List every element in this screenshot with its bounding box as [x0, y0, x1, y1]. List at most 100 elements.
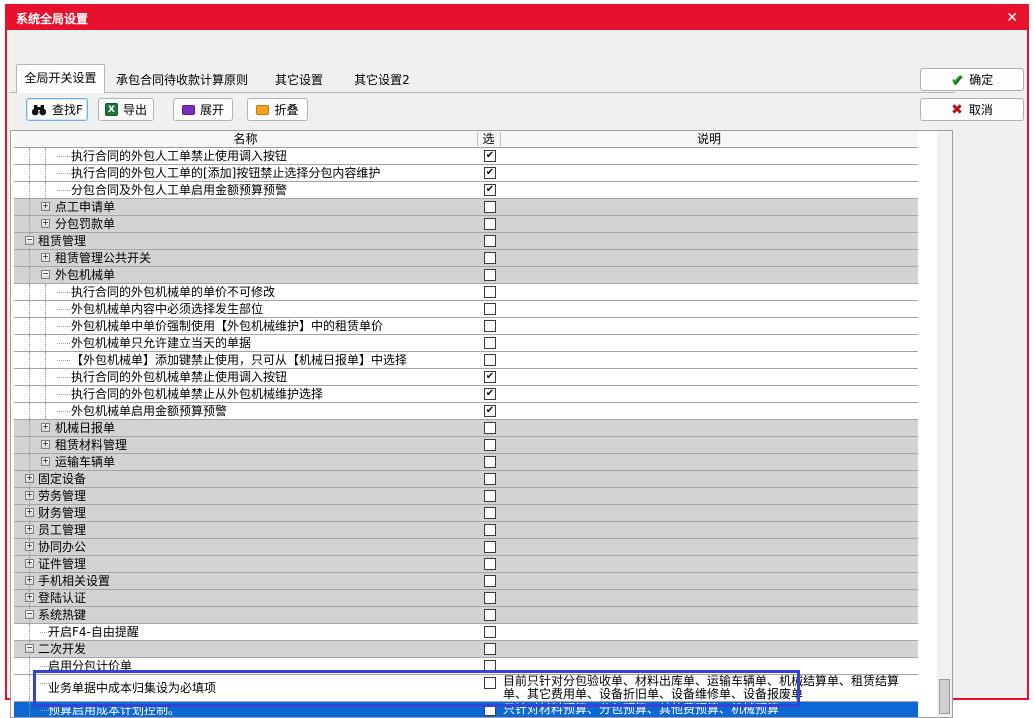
row-checkbox[interactable] — [484, 235, 496, 247]
expand-plus-icon[interactable]: + — [41, 219, 50, 228]
cancel-button[interactable]: ✖ 取消 — [920, 98, 1024, 121]
tree-row[interactable]: 开启F4-自由提醒 — [14, 624, 918, 641]
close-icon[interactable]: ✕ — [1006, 11, 1018, 25]
expand-plus-icon[interactable]: + — [41, 253, 50, 262]
row-checkbox[interactable] — [484, 456, 496, 468]
row-checkbox[interactable] — [484, 490, 496, 502]
tree-row[interactable]: +登陆认证 — [14, 590, 918, 607]
expand-plus-icon[interactable]: + — [25, 559, 34, 568]
expand-plus-icon[interactable]: + — [25, 474, 34, 483]
expand-plus-icon[interactable]: + — [25, 525, 34, 534]
row-checkbox[interactable]: ✔ — [484, 371, 496, 383]
row-checkbox[interactable] — [484, 218, 496, 230]
tab-global-switch[interactable]: 全局开关设置 — [16, 64, 105, 93]
row-checkbox[interactable]: ✔ — [484, 405, 496, 417]
expand-plus-icon[interactable]: + — [41, 440, 50, 449]
tree-row[interactable]: 分包合同及外包人工单启用金额预算预警✔ — [14, 182, 918, 199]
tab-other-settings[interactable]: 其它设置 — [259, 68, 339, 92]
tree-row[interactable]: +运输车辆单 — [14, 454, 918, 471]
expand-all-button[interactable]: 展开 — [173, 98, 233, 121]
row-checkbox[interactable] — [484, 626, 496, 638]
row-checkbox[interactable]: ✔ — [484, 150, 496, 162]
tree-row[interactable]: 【外包机械单】添加键禁止使用，只可从【机械日报单】中选择 — [14, 352, 918, 369]
collapse-minus-icon[interactable]: − — [25, 236, 34, 245]
tab-other-settings-2[interactable]: 其它设置2 — [339, 68, 425, 92]
tree-row[interactable]: 执行合同的外包人工单的[添加]按钮禁止选择分包内容维护✔ — [14, 165, 918, 182]
tree-row[interactable]: +手机相关设置 — [14, 573, 918, 590]
row-checkbox[interactable] — [484, 439, 496, 451]
row-checkbox[interactable]: ✔ — [484, 388, 496, 400]
row-checkbox[interactable] — [484, 660, 496, 672]
collapse-minus-icon[interactable]: − — [41, 270, 50, 279]
vertical-scrollbar[interactable] — [937, 131, 952, 717]
tree-row[interactable]: +租赁材料管理 — [14, 437, 918, 454]
tree-row[interactable]: 预算启用成本计划控制。只针对材料预算、分包预算、其他费预算、机械预算 — [14, 702, 918, 718]
tree-row[interactable]: +员工管理 — [14, 522, 918, 539]
row-checkbox[interactable] — [484, 507, 496, 519]
tree-row[interactable]: +固定设备 — [14, 471, 918, 488]
tree-row[interactable]: −二次开发 — [14, 641, 918, 658]
tree-row[interactable]: −系统热键 — [14, 607, 918, 624]
row-checkbox[interactable] — [484, 609, 496, 621]
tree-guide-line — [29, 403, 30, 419]
row-checkbox[interactable] — [484, 704, 496, 716]
collapse-all-button[interactable]: 折叠 — [247, 98, 308, 121]
tree-guide-line — [45, 369, 46, 385]
tree-row[interactable]: 外包机械单内容中必须选择发生部位 — [14, 301, 918, 318]
row-checkbox[interactable] — [484, 201, 496, 213]
expand-plus-icon[interactable]: + — [25, 491, 34, 500]
row-checkbox[interactable] — [484, 541, 496, 553]
row-checkbox[interactable] — [484, 320, 496, 332]
collapse-minus-icon[interactable]: − — [25, 644, 34, 653]
tree-row[interactable]: 业务单据中成本归集设为必填项目前只针对分包验收单、材料出库单、运输车辆单、机械结… — [14, 675, 918, 702]
tree-row[interactable]: 执行合同的外包机械单的单价不可修改 — [14, 284, 918, 301]
tree-row[interactable]: +劳务管理 — [14, 488, 918, 505]
expand-plus-icon[interactable]: + — [41, 457, 50, 466]
expand-plus-icon[interactable]: + — [25, 593, 34, 602]
row-checkbox[interactable] — [484, 422, 496, 434]
tab-contract-receivable[interactable]: 承包合同待收款计算原则 — [107, 68, 257, 92]
row-checkbox[interactable] — [484, 592, 496, 604]
tree-row[interactable]: 执行合同的外包机械单禁止使用调入按钮✔ — [14, 369, 918, 386]
tree-row[interactable]: 外包机械单启用金额预算预警✔ — [14, 403, 918, 420]
tree-row[interactable]: 执行合同的外包人工单禁止使用调入按钮✔ — [14, 148, 918, 165]
row-checkbox[interactable] — [484, 473, 496, 485]
collapse-minus-icon[interactable]: − — [25, 610, 34, 619]
row-checkbox[interactable] — [484, 303, 496, 315]
tree-row[interactable]: 执行合同的外包机械单禁止从外包机械维护选择✔ — [14, 386, 918, 403]
tree-row[interactable]: +点工申请单 — [14, 199, 918, 216]
tree-row[interactable]: +机械日报单 — [14, 420, 918, 437]
tree-guide-line — [45, 352, 46, 368]
row-checkbox[interactable] — [484, 575, 496, 587]
tree-row[interactable]: +财务管理 — [14, 505, 918, 522]
row-checkbox[interactable] — [484, 269, 496, 281]
expand-plus-icon[interactable]: + — [25, 576, 34, 585]
expand-plus-icon[interactable]: + — [25, 508, 34, 517]
row-checkbox[interactable] — [484, 286, 496, 298]
tree-row[interactable]: 外包机械单只允许建立当天的单据 — [14, 335, 918, 352]
expand-plus-icon[interactable]: + — [41, 202, 50, 211]
tree-row[interactable]: +分包罚款单 — [14, 216, 918, 233]
titlebar[interactable]: 系统全局设置 ✕ — [7, 6, 1027, 30]
find-button[interactable]: 查找F — [26, 98, 88, 121]
row-checkbox[interactable] — [484, 252, 496, 264]
row-checkbox[interactable] — [484, 558, 496, 570]
row-checkbox[interactable] — [484, 677, 496, 689]
tree-row[interactable]: −外包机械单 — [14, 267, 918, 284]
tree-row[interactable]: +证件管理 — [14, 556, 918, 573]
ok-button[interactable]: ✔ 确定 — [920, 68, 1024, 91]
row-checkbox[interactable]: ✔ — [484, 184, 496, 196]
tree-row[interactable]: +协同办公 — [14, 539, 918, 556]
expand-plus-icon[interactable]: + — [25, 542, 34, 551]
row-checkbox[interactable] — [484, 354, 496, 366]
row-checkbox[interactable] — [484, 643, 496, 655]
expand-plus-icon[interactable]: + — [41, 423, 50, 432]
row-checkbox[interactable]: ✔ — [484, 167, 496, 179]
row-checkbox[interactable] — [484, 524, 496, 536]
tree-row[interactable]: +租赁管理公共开关 — [14, 250, 918, 267]
export-button[interactable]: X 导出 — [98, 98, 154, 121]
tree-row[interactable]: 启用分包计价单 — [14, 658, 918, 675]
row-checkbox[interactable] — [484, 337, 496, 349]
tree-row[interactable]: 外包机械单中单价强制使用【外包机械维护】中的租赁单价 — [14, 318, 918, 335]
tree-row[interactable]: −租赁管理 — [14, 233, 918, 250]
